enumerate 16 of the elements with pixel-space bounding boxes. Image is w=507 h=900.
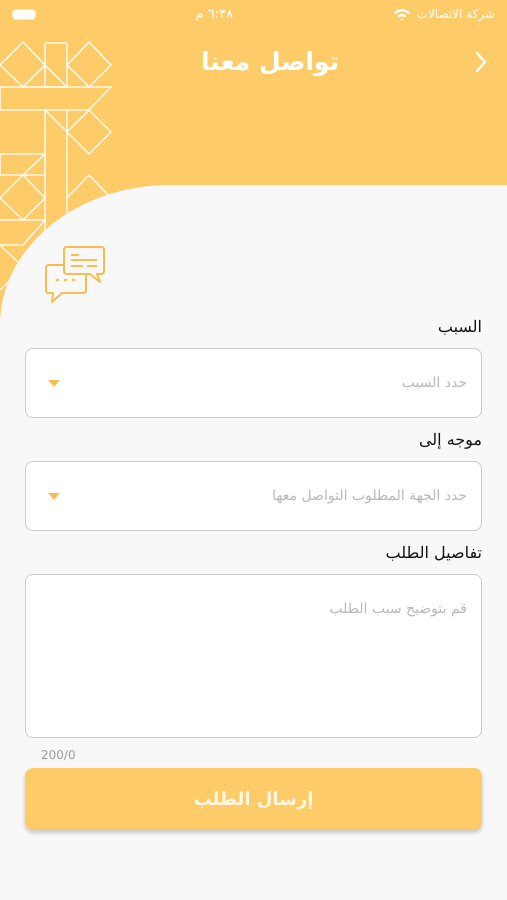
field-label: تفاصيل الطلب bbox=[384, 543, 482, 562]
caret-icon bbox=[48, 380, 60, 386]
caret-icon bbox=[48, 492, 60, 500]
character-counter: 200/0 bbox=[41, 748, 76, 762]
details-textarea[interactable]: قم بتوضيح سبب الطلب bbox=[25, 574, 482, 738]
carrier-name: شركة الاتصالات bbox=[416, 7, 495, 21]
dropdown-field[interactable]: حدد السبب bbox=[25, 348, 482, 418]
field-label: موجه إلى bbox=[418, 430, 482, 449]
dropdown-field[interactable]: حدد الجهة المطلوب التواصل معها bbox=[25, 461, 482, 531]
chat-bubbles-icon bbox=[45, 245, 105, 305]
page-title: تواصل معنا bbox=[201, 46, 339, 78]
back-chevron-icon[interactable] bbox=[475, 51, 487, 73]
battery-icon bbox=[12, 8, 36, 20]
field-label: السبب bbox=[436, 317, 482, 336]
clock-time: ٦:٣٨ م bbox=[196, 6, 234, 22]
wifi-icon bbox=[392, 8, 411, 20]
